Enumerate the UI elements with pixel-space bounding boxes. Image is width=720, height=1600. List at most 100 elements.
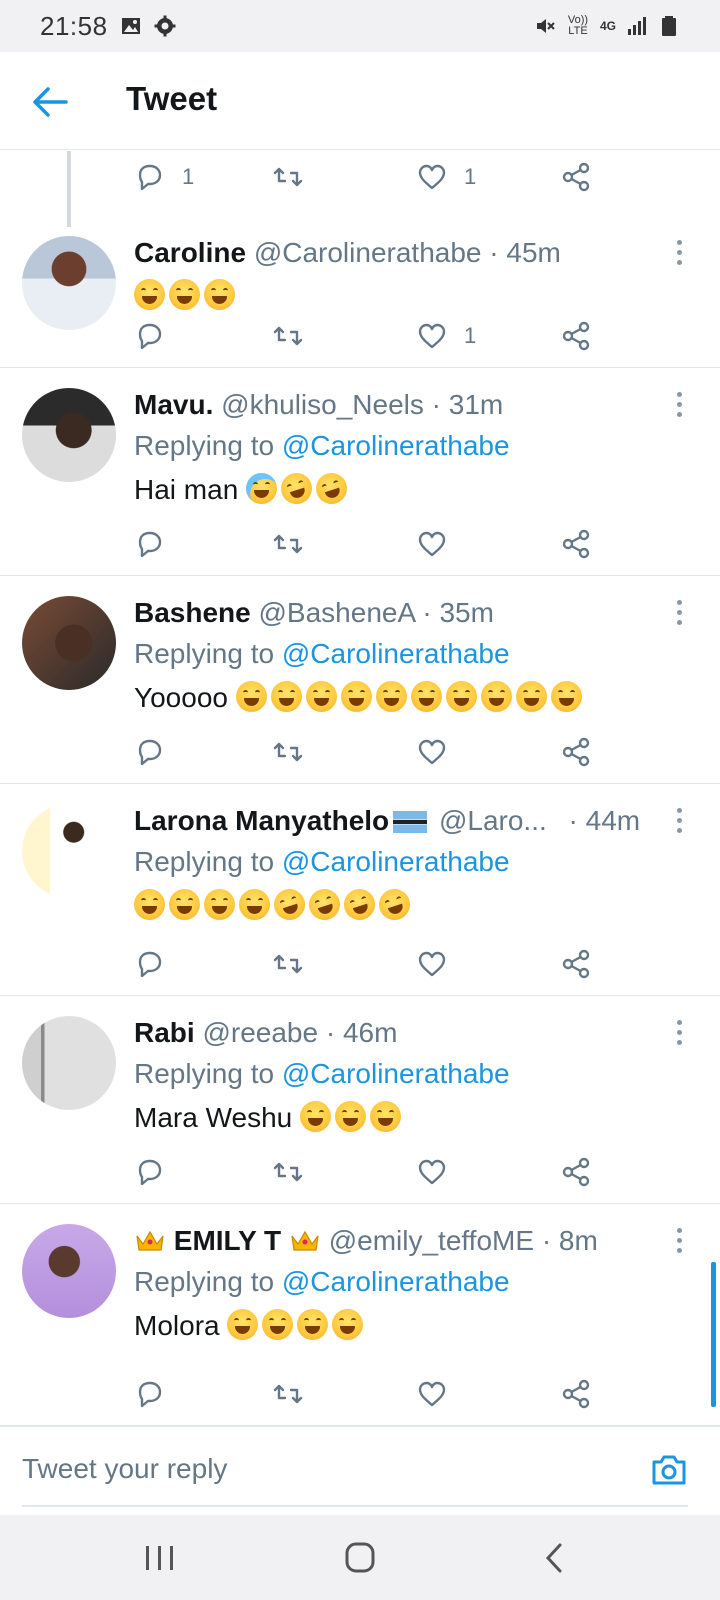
user-handle[interactable]: @Carolinerathabe bbox=[254, 237, 482, 268]
reply-tweet[interactable]: Caroline @Carolinerathabe · 45m 1 bbox=[0, 216, 720, 368]
display-name[interactable]: Larona Manyathelo bbox=[134, 805, 389, 836]
user-handle[interactable]: @BasheneA bbox=[259, 597, 415, 628]
mention-link[interactable]: @Carolinerathabe bbox=[282, 1266, 510, 1297]
reply-tweet[interactable]: Bashene @BasheneA · 35m Replying to @Caro… bbox=[0, 576, 720, 784]
display-name[interactable]: Rabi bbox=[134, 1017, 195, 1048]
user-handle[interactable]: @emily_teffoME bbox=[329, 1225, 534, 1256]
retweet-button[interactable] bbox=[272, 734, 304, 770]
tweet-body: Rabi @reeabe · 46m Replying to @Caroliner… bbox=[134, 1014, 680, 1140]
reply-button[interactable] bbox=[134, 734, 166, 770]
reply-icon bbox=[134, 161, 166, 193]
tweet-timestamp: · 35m bbox=[422, 597, 494, 628]
display-name[interactable]: Bashene bbox=[134, 597, 251, 628]
retweet-button[interactable] bbox=[272, 318, 304, 354]
retweet-button[interactable] bbox=[272, 1376, 304, 1412]
recents-icon[interactable] bbox=[140, 1541, 180, 1575]
share-icon bbox=[560, 1378, 592, 1410]
avatar[interactable] bbox=[22, 388, 116, 482]
reply-tweet[interactable]: Rabi @reeabe · 46m Replying to @Caroliner… bbox=[0, 996, 720, 1204]
rofl-emoji bbox=[304, 884, 345, 925]
mention-link[interactable]: @Carolinerathabe bbox=[282, 430, 510, 461]
reply-button[interactable]: 1 bbox=[134, 159, 194, 195]
laughing-tears-emoji bbox=[375, 681, 407, 712]
tweet-timestamp: · 46m bbox=[325, 1017, 398, 1048]
laughing-tears-emoji bbox=[305, 681, 337, 712]
tweet-timestamp: · 44m bbox=[568, 805, 641, 836]
replying-to: Replying to @Carolinerathabe bbox=[134, 1260, 680, 1302]
tweet-text: Mara Weshu bbox=[134, 1094, 680, 1140]
camera-icon[interactable] bbox=[650, 1453, 688, 1487]
rofl-emoji bbox=[339, 884, 380, 925]
user-handle[interactable]: @Laro... bbox=[439, 805, 547, 836]
back-nav-icon[interactable] bbox=[534, 1541, 574, 1575]
user-handle[interactable]: @reeabe bbox=[202, 1017, 318, 1048]
retweet-button[interactable] bbox=[272, 946, 304, 982]
reply-tweet[interactable]: Larona Manyathelo @Laro... · 44m Replying… bbox=[0, 784, 720, 996]
tweet-text: Molora bbox=[134, 1302, 680, 1348]
gear-icon bbox=[154, 15, 176, 37]
tweet-text-content: Yooooo bbox=[134, 682, 228, 713]
avatar[interactable] bbox=[22, 1224, 116, 1318]
mention-link[interactable]: @Carolinerathabe bbox=[282, 1058, 510, 1089]
share-button[interactable] bbox=[560, 526, 592, 562]
share-button[interactable] bbox=[560, 318, 592, 354]
reply-icon bbox=[134, 736, 166, 768]
like-button[interactable] bbox=[416, 946, 448, 982]
home-icon[interactable] bbox=[340, 1541, 380, 1575]
reply-button[interactable] bbox=[134, 526, 166, 562]
tweet-header: Larona Manyathelo @Laro... · 44m bbox=[134, 802, 680, 840]
retweet-button[interactable] bbox=[272, 159, 304, 195]
parent-tweet-actions: 11 bbox=[0, 151, 720, 227]
replying-to-label: Replying to bbox=[134, 1266, 275, 1297]
scrollbar[interactable] bbox=[711, 1262, 716, 1407]
share-button[interactable] bbox=[560, 946, 592, 982]
heart-icon bbox=[416, 736, 448, 768]
tweet-timestamp: · 8m bbox=[541, 1225, 598, 1256]
avatar[interactable] bbox=[22, 596, 116, 690]
back-arrow-icon[interactable] bbox=[30, 84, 70, 120]
reply-button[interactable] bbox=[134, 946, 166, 982]
display-name[interactable]: EMILY T bbox=[174, 1225, 281, 1256]
reply-tweet[interactable]: EMILY T @emily_teffoME · 8m Replying to @… bbox=[0, 1204, 720, 1426]
reply-tweet[interactable]: Mavu. @khuliso_Neels · 31m Replying to @C… bbox=[0, 368, 720, 576]
display-name[interactable]: Caroline bbox=[134, 237, 246, 268]
like-button[interactable] bbox=[416, 734, 448, 770]
like-button[interactable]: 1 bbox=[416, 318, 476, 354]
laughing-tears-emoji bbox=[300, 1101, 331, 1132]
retweet-button[interactable] bbox=[272, 1154, 304, 1190]
reply-button[interactable] bbox=[134, 1376, 166, 1412]
user-handle[interactable]: @khuliso_Neels bbox=[221, 389, 424, 420]
reply-count: 1 bbox=[182, 164, 195, 189]
reply-icon bbox=[134, 1156, 166, 1188]
like-button[interactable]: 1 bbox=[416, 159, 476, 195]
share-button[interactable] bbox=[560, 1376, 592, 1412]
tweet-body: Caroline @Carolinerathabe · 45m bbox=[134, 234, 680, 318]
reply-input[interactable]: Tweet your reply bbox=[22, 1453, 227, 1485]
tweet-text-content: Molora bbox=[134, 1310, 220, 1341]
mute-icon bbox=[536, 19, 555, 33]
laughing-tears-emoji bbox=[332, 1309, 364, 1340]
share-button[interactable] bbox=[560, 159, 592, 195]
retweet-icon bbox=[272, 736, 304, 768]
tweet-text: Yooooo bbox=[134, 674, 680, 720]
replying-to: Replying to @Carolinerathabe bbox=[134, 632, 680, 674]
replying-to: Replying to @Carolinerathabe bbox=[134, 840, 680, 882]
image-icon bbox=[121, 18, 140, 34]
like-button[interactable] bbox=[416, 526, 448, 562]
retweet-button[interactable] bbox=[272, 526, 304, 562]
reply-button[interactable] bbox=[134, 1154, 166, 1190]
share-button[interactable] bbox=[560, 1154, 592, 1190]
display-name[interactable]: Mavu. bbox=[134, 389, 213, 420]
share-button[interactable] bbox=[560, 734, 592, 770]
like-button[interactable] bbox=[416, 1376, 448, 1412]
avatar[interactable] bbox=[22, 804, 116, 898]
tweet-header: EMILY T @emily_teffoME · 8m bbox=[134, 1222, 680, 1260]
mention-link[interactable]: @Carolinerathabe bbox=[282, 638, 510, 669]
laughing-tears-emoji bbox=[370, 1101, 401, 1132]
retweet-icon bbox=[272, 1156, 304, 1188]
like-button[interactable] bbox=[416, 1154, 448, 1190]
avatar[interactable] bbox=[22, 1016, 116, 1110]
mention-link[interactable]: @Carolinerathabe bbox=[282, 846, 510, 877]
reply-button[interactable] bbox=[134, 318, 166, 354]
tweet-timestamp: · 31m bbox=[431, 389, 504, 420]
